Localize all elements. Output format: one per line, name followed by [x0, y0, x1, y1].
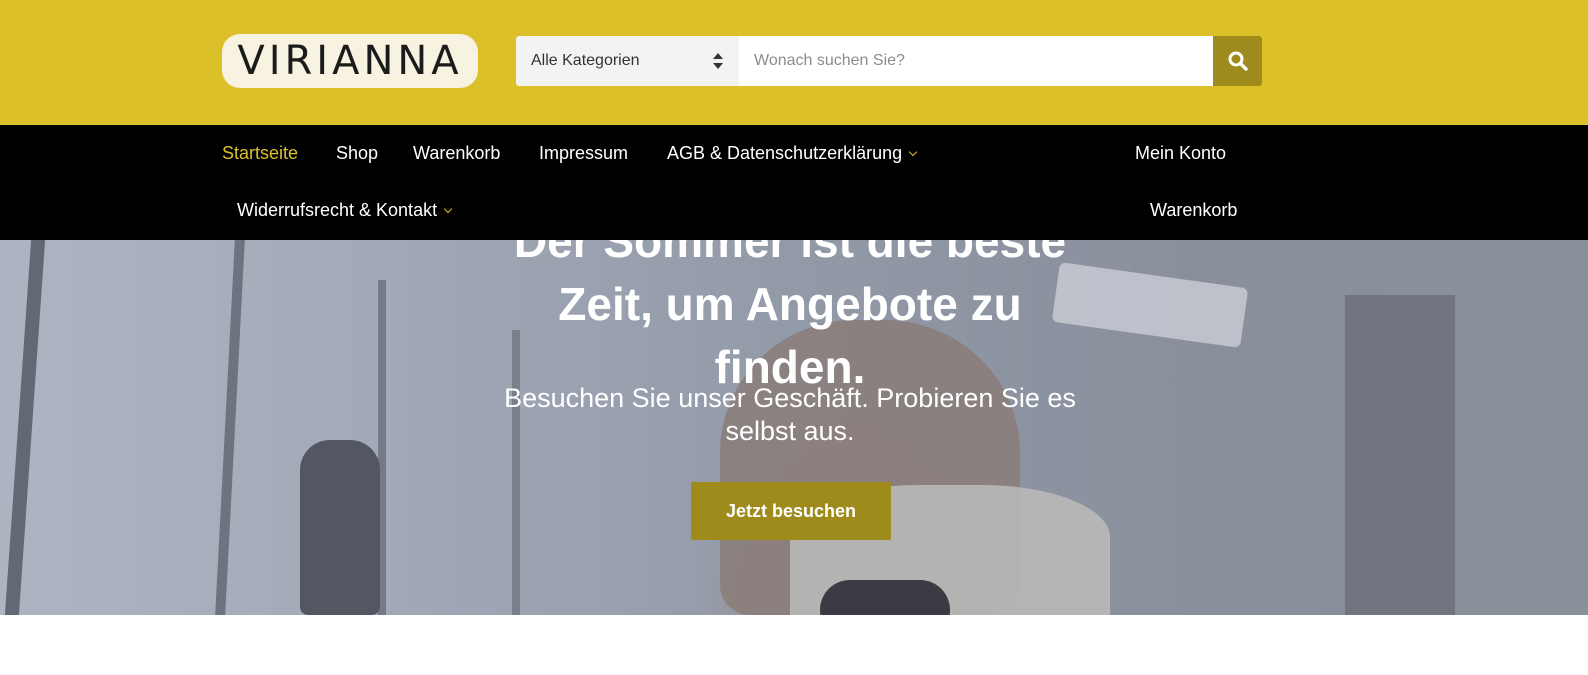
nav-item-label: Widerrufsrecht & Kontakt — [237, 200, 438, 220]
nav-item-label: Mein Konto — [1135, 143, 1227, 163]
search-input[interactable] — [739, 36, 1213, 86]
nav-item-warenkorb-secondary[interactable]: Warenkorb — [1150, 182, 1237, 239]
chevron-down-icon — [908, 147, 918, 157]
hero-banner: Der Sommer ist die beste Zeit, um Angebo… — [0, 240, 1588, 615]
nav-item-mein-konto[interactable]: Mein Konto — [1135, 125, 1226, 182]
nav-item-widerrufsrecht-kontakt[interactable]: Widerrufsrecht & Kontakt — [237, 182, 453, 239]
search-button[interactable] — [1213, 36, 1262, 86]
category-select[interactable]: Alle Kategorien — [516, 36, 739, 86]
nav-item-label: Startseite — [222, 143, 299, 163]
hero-subtitle: Besuchen Sie unser Geschäft. Probieren S… — [504, 383, 1076, 446]
select-arrows-icon — [713, 53, 723, 69]
nav-item-warenkorb[interactable]: Warenkorb — [413, 125, 500, 182]
nav-item-impressum[interactable]: Impressum — [539, 125, 628, 182]
site-header: VIRIANNA Alle Kategorien — [0, 0, 1588, 125]
main-navigation: Startseite Shop Warenkorb Impressum AGB … — [0, 125, 1588, 240]
search-icon — [1228, 51, 1248, 71]
nav-item-startseite[interactable]: Startseite — [222, 125, 298, 182]
product-search-form: Alle Kategorien — [516, 36, 1262, 86]
category-select-value: Alle Kategorien — [531, 52, 640, 69]
nav-item-label: Warenkorb — [413, 143, 501, 163]
nav-item-shop[interactable]: Shop — [336, 125, 378, 182]
hero-cta-button[interactable]: Jetzt besuchen — [691, 482, 891, 540]
chevron-down-icon — [443, 204, 453, 214]
hero-title: Der Sommer ist die beste Zeit, um Angebo… — [513, 240, 1067, 393]
nav-item-label: AGB & Datenschutzerklärung — [667, 143, 903, 163]
logo-text: VIRIANNA — [237, 38, 463, 84]
nav-item-label: Impressum — [539, 143, 629, 163]
nav-item-agb-datenschutz[interactable]: AGB & Datenschutzerklärung — [667, 125, 918, 182]
nav-item-label: Warenkorb — [1150, 200, 1238, 220]
site-logo[interactable]: VIRIANNA — [222, 34, 478, 88]
nav-item-label: Shop — [336, 143, 379, 163]
